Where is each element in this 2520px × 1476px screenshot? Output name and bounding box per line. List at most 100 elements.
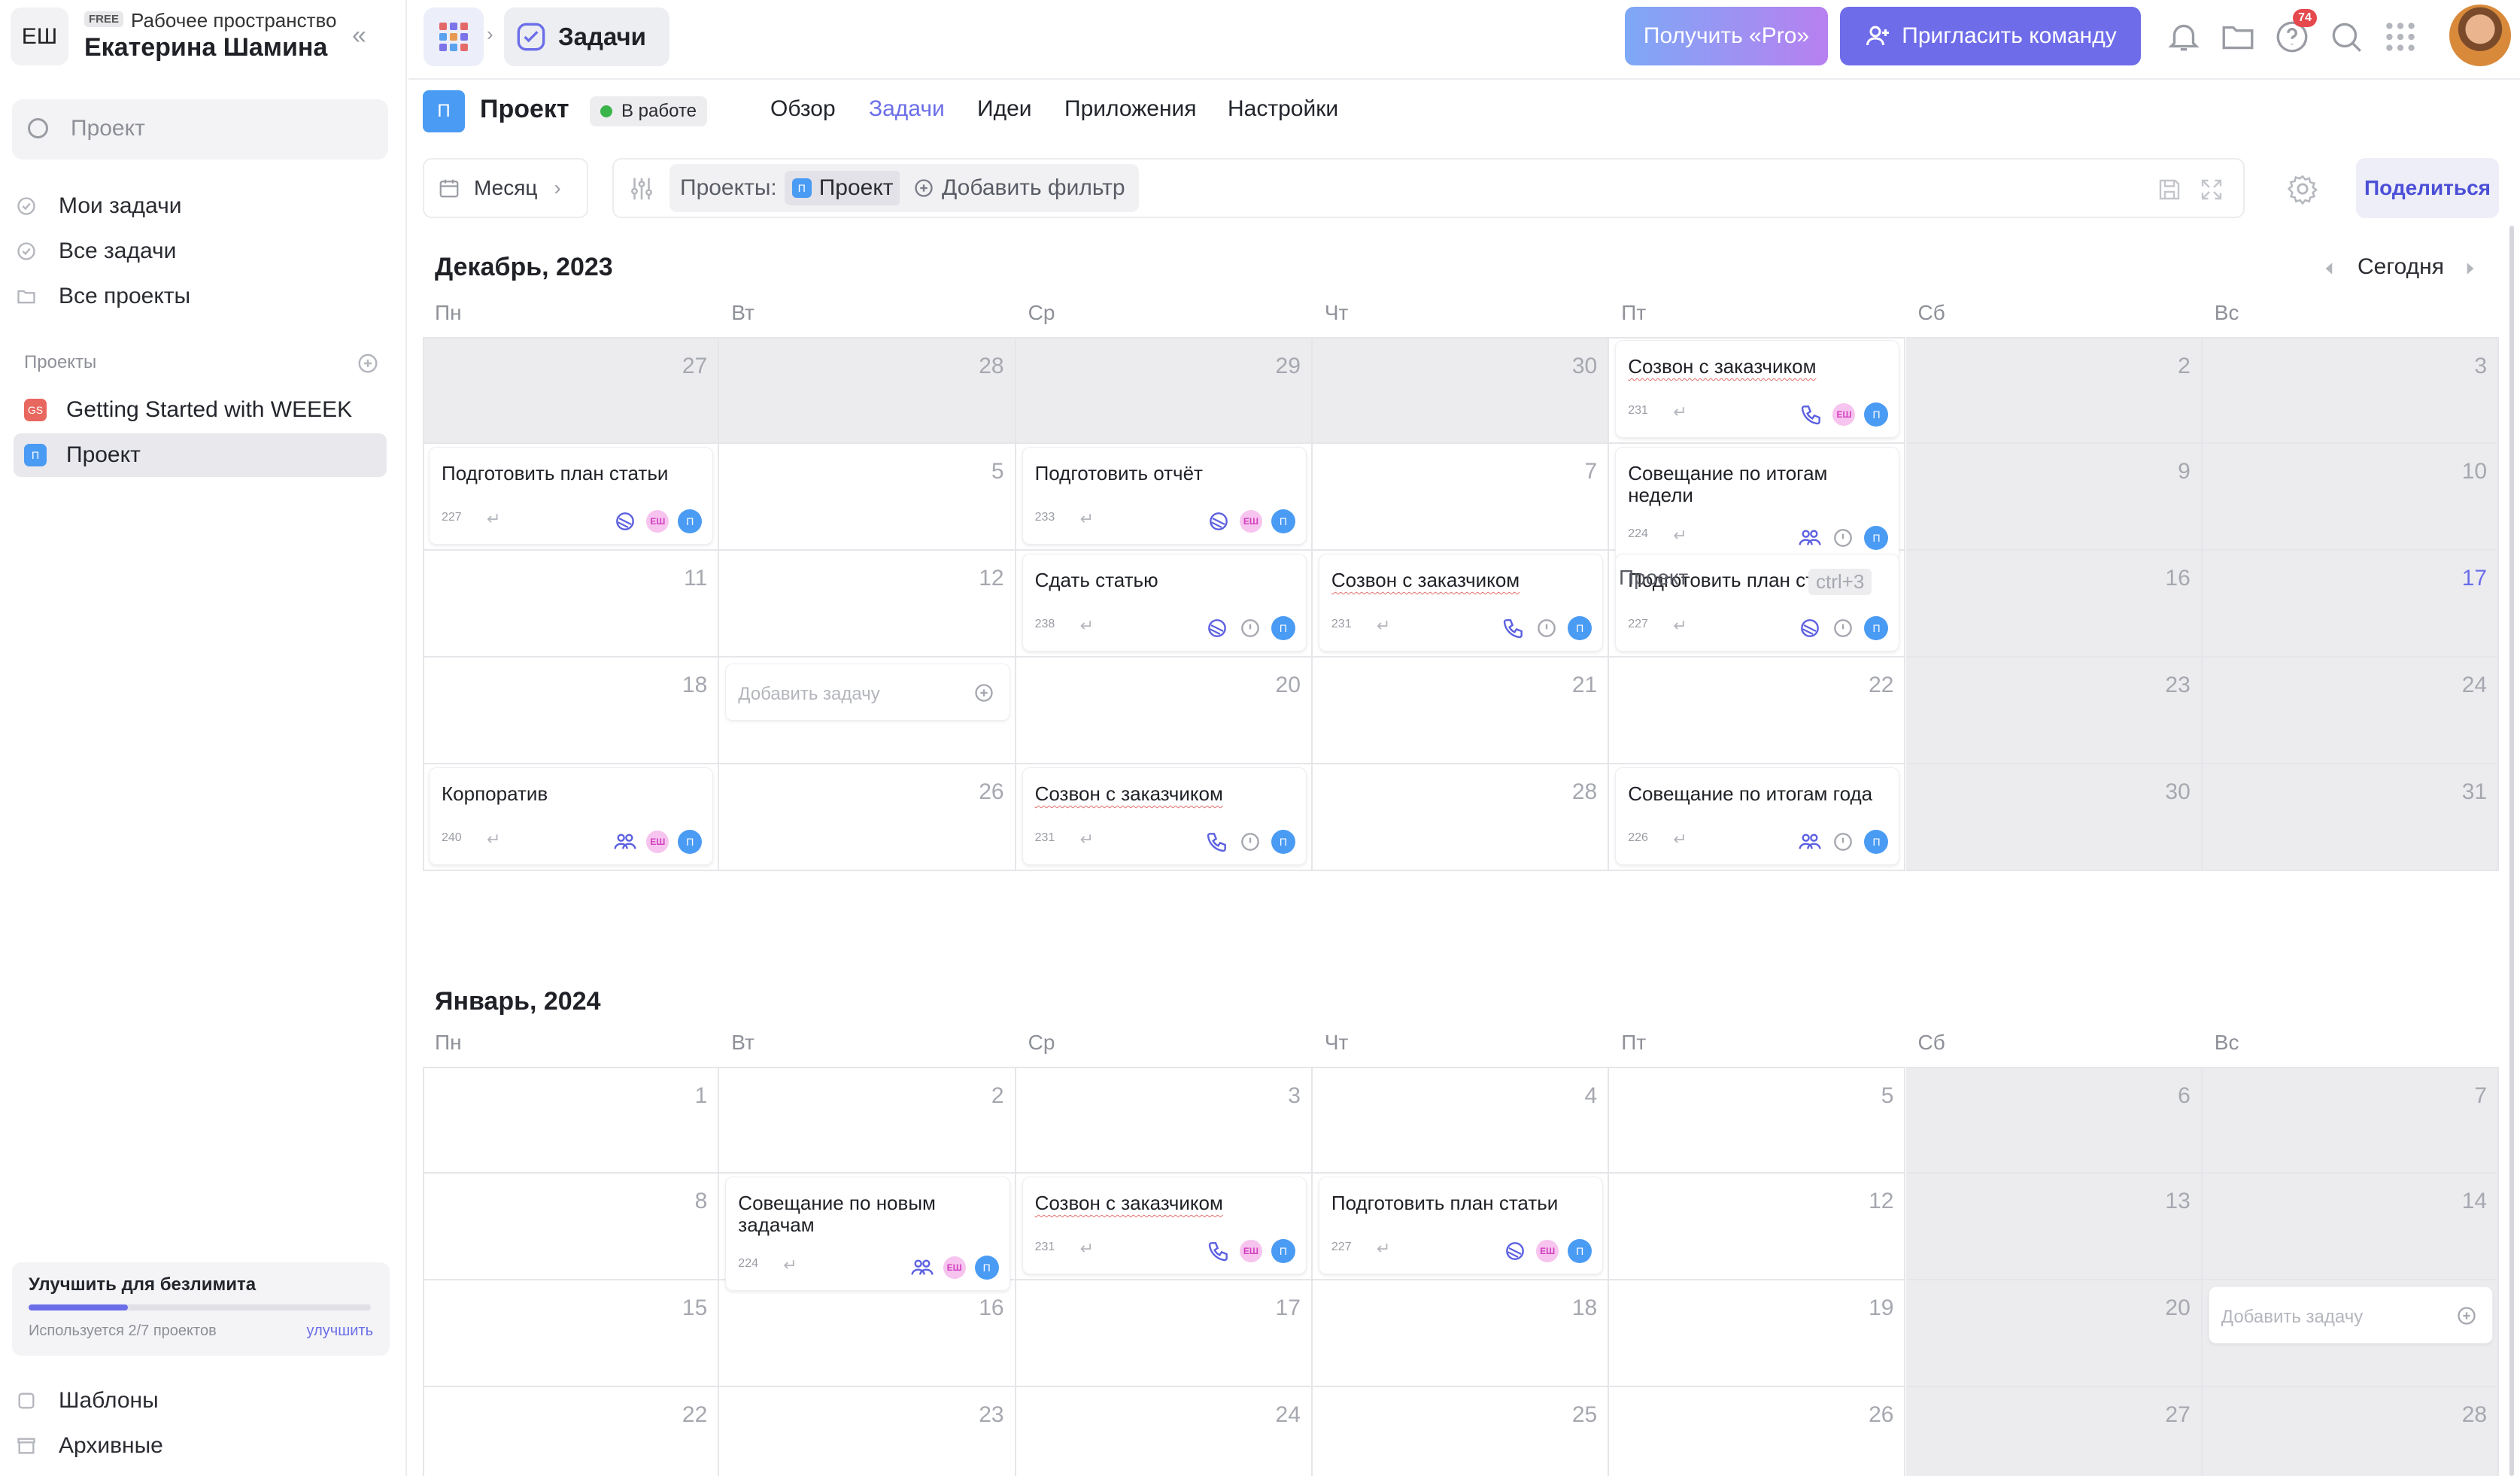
day-cell[interactable]: 27: [1905, 1387, 2203, 1476]
workspace-avatar[interactable]: ЕШ: [11, 8, 68, 65]
plus-circle-icon[interactable]: [973, 682, 994, 703]
day-cell[interactable]: 10: [2202, 444, 2500, 551]
invite-team-button[interactable]: Пригласить команду: [1840, 7, 2141, 65]
day-cell[interactable]: 19: [1609, 1280, 1906, 1387]
tab-ideas[interactable]: Идеи: [977, 96, 1032, 122]
day-cell[interactable]: 15: [423, 1280, 720, 1387]
day-cell[interactable]: 11: [423, 551, 720, 658]
task-card[interactable]: Подготовить план статьи 227 ↵ ЕШ П: [429, 447, 714, 545]
day-cell[interactable]: 25: [1313, 1387, 1610, 1476]
tab-overview[interactable]: Обзор: [770, 96, 836, 122]
day-cell[interactable]: 28: [2202, 1387, 2500, 1476]
day-cell[interactable]: 14: [2202, 1174, 2500, 1280]
day-cell[interactable]: 22: [423, 1387, 720, 1476]
prev-month-icon[interactable]: [2320, 259, 2339, 278]
task-card[interactable]: Совещание по итогам недели 224 ↵ П: [1615, 447, 1900, 561]
day-cell[interactable]: 23: [1905, 658, 2203, 764]
day-cell[interactable]: 5: [1609, 1067, 1906, 1174]
day-cell[interactable]: 21: [1312, 658, 1610, 764]
view-selector[interactable]: Месяц ›: [423, 158, 588, 218]
day-cell[interactable]: 13: [1905, 1174, 2203, 1280]
task-card[interactable]: Совещание по итогам года 226 ↵ П: [1615, 767, 1900, 865]
task-card[interactable]: Подготовить план статьи 227 ↵ ЕШ П: [1318, 1177, 1604, 1274]
task-card[interactable]: Совещание по новым задачам 224 ↵ ЕШ П: [725, 1177, 1010, 1291]
day-cell[interactable]: 28: [1312, 764, 1610, 871]
day-cell[interactable]: 3: [2202, 337, 2500, 444]
tab-apps[interactable]: Приложения: [1064, 96, 1197, 122]
nav-all-projects[interactable]: Все проекты: [14, 275, 387, 317]
task-card[interactable]: Сдать статью 238 ↵ П: [1022, 554, 1307, 651]
expand-icon[interactable]: [2198, 176, 2225, 203]
status-badge[interactable]: В работе: [590, 96, 708, 126]
day-cell[interactable]: 4: [1312, 1067, 1610, 1174]
day-cell[interactable]: 9: [1905, 444, 2203, 551]
task-card[interactable]: Созвон с заказчиком 231 ↵ ЕШ П: [1022, 1177, 1307, 1274]
apps-button[interactable]: [424, 8, 484, 66]
add-task-field[interactable]: Добавить задачу: [2208, 1286, 2494, 1344]
day-cell[interactable]: 30: [1312, 337, 1610, 444]
day-cell[interactable]: 7: [2202, 1067, 2500, 1174]
day-cell[interactable]: 12: [1609, 1174, 1906, 1280]
task-card[interactable]: Корпоратив 240 ↵ ЕШ П: [429, 767, 714, 865]
project-filter-chip[interactable]: Проекты: П Проект: [669, 164, 912, 212]
tab-settings[interactable]: Настройки: [1228, 96, 1338, 122]
nav-archive[interactable]: Архивные: [14, 1425, 387, 1467]
add-project-icon[interactable]: [357, 352, 379, 375]
collapse-sidebar-icon[interactable]: «: [352, 21, 366, 50]
apps-dots-icon[interactable]: [2382, 18, 2419, 56]
day-cell[interactable]: 20: [1016, 658, 1313, 764]
plus-circle-icon[interactable]: [2456, 1305, 2477, 1326]
nav-my-tasks[interactable]: Мои задачи: [14, 185, 387, 227]
sidebar-search[interactable]: Проект: [12, 99, 388, 159]
day-cell[interactable]: 17: [2202, 551, 2500, 658]
get-pro-button[interactable]: Получить «Pro»: [1625, 7, 1828, 65]
day-cell[interactable]: 1: [423, 1067, 720, 1174]
user-avatar[interactable]: [2449, 5, 2511, 66]
add-filter-button[interactable]: Добавить фильтр: [900, 164, 1139, 212]
day-cell[interactable]: 31: [2202, 764, 2500, 871]
project-title[interactable]: Проект: [480, 95, 569, 124]
save-icon[interactable]: [2156, 176, 2183, 203]
sidebar-project-getting-started[interactable]: GS Getting Started with WEEEK: [14, 388, 387, 432]
day-cell[interactable]: 24: [1016, 1387, 1313, 1476]
bell-icon[interactable]: [2165, 18, 2203, 56]
day-cell[interactable]: 5: [719, 444, 1016, 551]
day-cell[interactable]: 18: [423, 658, 720, 764]
upgrade-link[interactable]: улучшить: [307, 1323, 373, 1340]
day-cell[interactable]: 23: [719, 1387, 1016, 1476]
day-cell[interactable]: 16: [719, 1280, 1016, 1387]
day-cell[interactable]: 17: [1016, 1280, 1313, 1387]
day-cell[interactable]: 16: [1905, 551, 2203, 658]
day-cell[interactable]: 29: [1016, 337, 1313, 444]
day-cell[interactable]: 30: [1905, 764, 2203, 871]
task-card[interactable]: Созвон с заказчиком 231 ↵ П: [1318, 554, 1604, 651]
sliders-icon[interactable]: [627, 175, 656, 203]
day-cell[interactable]: 22: [1609, 658, 1906, 764]
task-card[interactable]: Подготовить отчёт 233 ↵ ЕШ П: [1022, 447, 1307, 545]
task-card[interactable]: Созвон с заказчиком 231 ↵ П: [1022, 767, 1307, 865]
task-card[interactable]: Созвон с заказчиком 231 ↵ ЕШ П: [1615, 340, 1900, 438]
day-cell[interactable]: 8: [423, 1174, 720, 1280]
gear-icon[interactable]: [2287, 173, 2318, 205]
day-cell[interactable]: 6: [1905, 1067, 2203, 1174]
day-cell[interactable]: 2: [1905, 337, 2203, 444]
day-cell[interactable]: 3: [1016, 1067, 1313, 1174]
day-cell[interactable]: 26: [1609, 1387, 1906, 1476]
day-cell[interactable]: 2: [719, 1067, 1016, 1174]
add-task-field[interactable]: Добавить задачу: [725, 664, 1010, 721]
next-month-icon[interactable]: [2460, 259, 2479, 278]
day-cell[interactable]: 20: [1905, 1280, 2203, 1387]
workspace-user-name[interactable]: Екатерина Шамина: [84, 33, 327, 62]
day-cell[interactable]: 24: [2202, 658, 2500, 764]
day-cell[interactable]: 26: [719, 764, 1016, 871]
day-cell[interactable]: 28: [719, 337, 1016, 444]
search-icon[interactable]: [2327, 18, 2365, 56]
nav-all-tasks[interactable]: Все задачи: [14, 230, 387, 272]
scrollbar[interactable]: [2509, 226, 2514, 1476]
sidebar-project-proekt[interactable]: П Проект: [14, 433, 387, 477]
day-cell[interactable]: 7: [1312, 444, 1610, 551]
day-cell[interactable]: 18: [1312, 1280, 1610, 1387]
today-button[interactable]: Сегодня: [2358, 254, 2444, 280]
day-cell[interactable]: 27: [423, 337, 720, 444]
share-button[interactable]: Поделиться: [2356, 158, 2499, 218]
